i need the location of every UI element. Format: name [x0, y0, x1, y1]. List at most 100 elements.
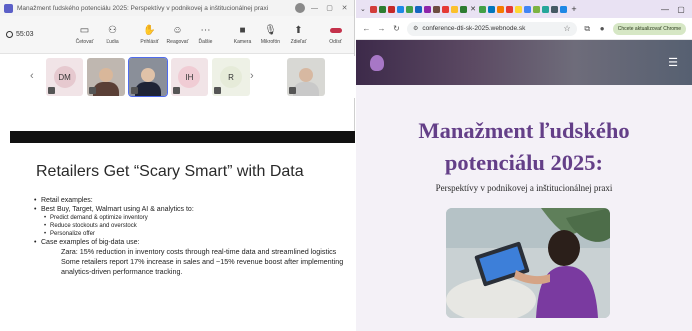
- participant-tile[interactable]: IH: [170, 58, 209, 96]
- tab-search-icon[interactable]: ⌄: [360, 5, 368, 13]
- more-button[interactable]: ⋯ Ďalšie: [193, 25, 218, 45]
- mic-off-icon: [214, 87, 222, 94]
- user-avatar[interactable]: [295, 3, 305, 13]
- mic-off-icon: [89, 87, 97, 94]
- site-hero-section: Manažment ľudského potenciálu 2025: Pers…: [356, 85, 692, 331]
- tab-favicon-icon[interactable]: [415, 5, 422, 13]
- tab-favicon-icon[interactable]: [388, 5, 395, 13]
- share-button[interactable]: ⬆ Zdieľať: [286, 25, 311, 45]
- react-button[interactable]: ☺ Reagovať: [165, 25, 190, 45]
- url-text: conference-dti-sk-2025.webnode.sk: [422, 25, 526, 32]
- slide-body: Retail examples: Best Buy, Target, Walma…: [34, 196, 352, 277]
- react-label: Reagovať: [166, 38, 189, 45]
- back-icon[interactable]: ←: [362, 24, 371, 33]
- hamburger-menu-icon[interactable]: ☰: [668, 56, 678, 69]
- share-label: Zdieľať: [290, 38, 307, 45]
- tab-favicon-icon[interactable]: [442, 5, 449, 13]
- participant-tile[interactable]: R: [212, 58, 250, 96]
- site-header: ☰: [356, 40, 692, 85]
- more-icon: ⋯: [200, 24, 211, 36]
- tab-favicon-icon[interactable]: [551, 5, 558, 13]
- camera-label: Kamera: [233, 38, 252, 45]
- people-label: Ľudia: [106, 38, 119, 45]
- extensions-icon[interactable]: ⧉: [583, 24, 592, 34]
- chevron-right-icon[interactable]: ›: [250, 70, 254, 82]
- profile-icon[interactable]: ●: [598, 24, 607, 33]
- mic-button[interactable]: 🎙 Mikrofón: [258, 25, 283, 45]
- mic-off-icon: [289, 87, 297, 94]
- site-subtitle: Perspektívy v podnikovej a inštitucionál…: [435, 183, 613, 193]
- camera-icon: ■: [239, 24, 246, 36]
- maximize-button[interactable]: ▢: [324, 4, 335, 12]
- shared-screen-border: [10, 131, 355, 143]
- tab-favicon-icon[interactable]: [451, 5, 458, 13]
- chat-icon: ▭: [79, 24, 90, 36]
- tab-favicon-icon[interactable]: [433, 5, 440, 13]
- tab-strip: ⌄ ✕ + — ▢: [356, 0, 692, 18]
- tab-favicon-icon[interactable]: [460, 5, 467, 13]
- slide-sub-bullet: Personalize offer: [34, 230, 352, 238]
- hero-illustration: [446, 208, 610, 318]
- participant-tile[interactable]: DM: [45, 58, 84, 96]
- reload-icon[interactable]: ↻: [392, 24, 401, 33]
- site-logo-icon[interactable]: [370, 54, 384, 71]
- slide-bullet: Case examples of big-data use:: [34, 238, 352, 247]
- camera-button[interactable]: ■ Kamera: [230, 25, 255, 45]
- share-icon: ⬆: [294, 24, 303, 36]
- participant-video: [93, 68, 120, 96]
- tab-favicon-icon[interactable]: [533, 5, 540, 13]
- url-input[interactable]: ⚙ conference-dti-sk-2025.webnode.sk ☆: [407, 21, 577, 36]
- participant-video-tile[interactable]: [87, 58, 126, 96]
- tab-favicon-icon[interactable]: [424, 5, 431, 13]
- new-tab-icon[interactable]: +: [569, 4, 579, 14]
- site-info-icon[interactable]: ⚙: [413, 25, 418, 32]
- slide-bullet: Retail examples:: [34, 196, 352, 205]
- slide-paragraph: Zara: 15% reduction in inventory costs t…: [61, 247, 337, 256]
- tab-favicon-icon[interactable]: [542, 5, 549, 13]
- chat-button[interactable]: ▭ Četovať: [72, 25, 97, 45]
- tab-favicon-icon[interactable]: [515, 5, 522, 13]
- mic-off-icon: [172, 87, 180, 94]
- update-chrome-button[interactable]: Chcete aktualizovať Chrome: [612, 22, 686, 35]
- slide-bullet: Best Buy, Target, Walmart using AI & ana…: [34, 205, 352, 214]
- close-button[interactable]: ✕: [339, 4, 350, 12]
- browser-minimize-button[interactable]: —: [658, 5, 672, 14]
- tab-favicon-icon[interactable]: [370, 5, 377, 13]
- tab-favicon-icon[interactable]: [488, 5, 495, 13]
- browser-maximize-button[interactable]: ▢: [674, 5, 688, 14]
- more-label: Ďalšie: [198, 38, 213, 45]
- speaker-video-tile[interactable]: [128, 57, 168, 97]
- tab-favicon-icon[interactable]: [560, 5, 567, 13]
- phone-hangup-icon: [329, 25, 342, 37]
- minimize-button[interactable]: —: [309, 5, 320, 12]
- chevron-left-icon[interactable]: ‹: [30, 70, 34, 82]
- site-title: Manažment ľudského potenciálu 2025:: [418, 118, 630, 175]
- leave-label: Odísť: [329, 38, 342, 45]
- forward-icon[interactable]: →: [377, 24, 386, 33]
- slide-sub-bullet: Predict demand & optimize inventory: [34, 214, 352, 222]
- tab-favicon-icon[interactable]: [479, 5, 486, 13]
- tab-favicon-icon[interactable]: [379, 5, 386, 13]
- leave-button[interactable]: Odísť: [323, 25, 348, 45]
- hero-image: [446, 208, 610, 318]
- slide-sub-bullet: Reduce stockouts and overstock: [34, 222, 352, 230]
- microphone-icon: 🎙: [264, 24, 277, 36]
- raise-hand-button[interactable]: ✋ Prihlásiť: [137, 25, 162, 45]
- participant-video-tile[interactable]: [287, 58, 325, 96]
- tab-close-icon[interactable]: ✕: [469, 5, 477, 13]
- tab-favicon-icon[interactable]: [397, 5, 404, 13]
- chrome-window: ⌄ ✕ + — ▢ ← → ↻ ⚙ conference-dti-sk-2025…: [356, 0, 692, 331]
- bookmark-star-icon[interactable]: ☆: [564, 24, 571, 33]
- shared-slide: Retailers Get “Scary Smart” with Data Re…: [10, 143, 355, 331]
- tab-favicon-icon[interactable]: [406, 5, 413, 13]
- people-button[interactable]: ⚇ Ľudia: [100, 25, 125, 45]
- participant-initials: IH: [178, 66, 201, 88]
- tab-favicon-icon[interactable]: [524, 5, 531, 13]
- participant-initials: DM: [53, 66, 76, 88]
- participant-gallery: ‹ DM IH R ›: [0, 56, 355, 98]
- tab-favicon-icon[interactable]: [497, 5, 504, 13]
- teams-window-title: Manažment ľudského potenciálu 2025: Pers…: [17, 4, 269, 12]
- meeting-time: 55:03: [16, 31, 34, 38]
- slide-paragraph: Some retailers report 17% increase in sa…: [61, 257, 344, 276]
- tab-favicon-icon[interactable]: [506, 5, 513, 13]
